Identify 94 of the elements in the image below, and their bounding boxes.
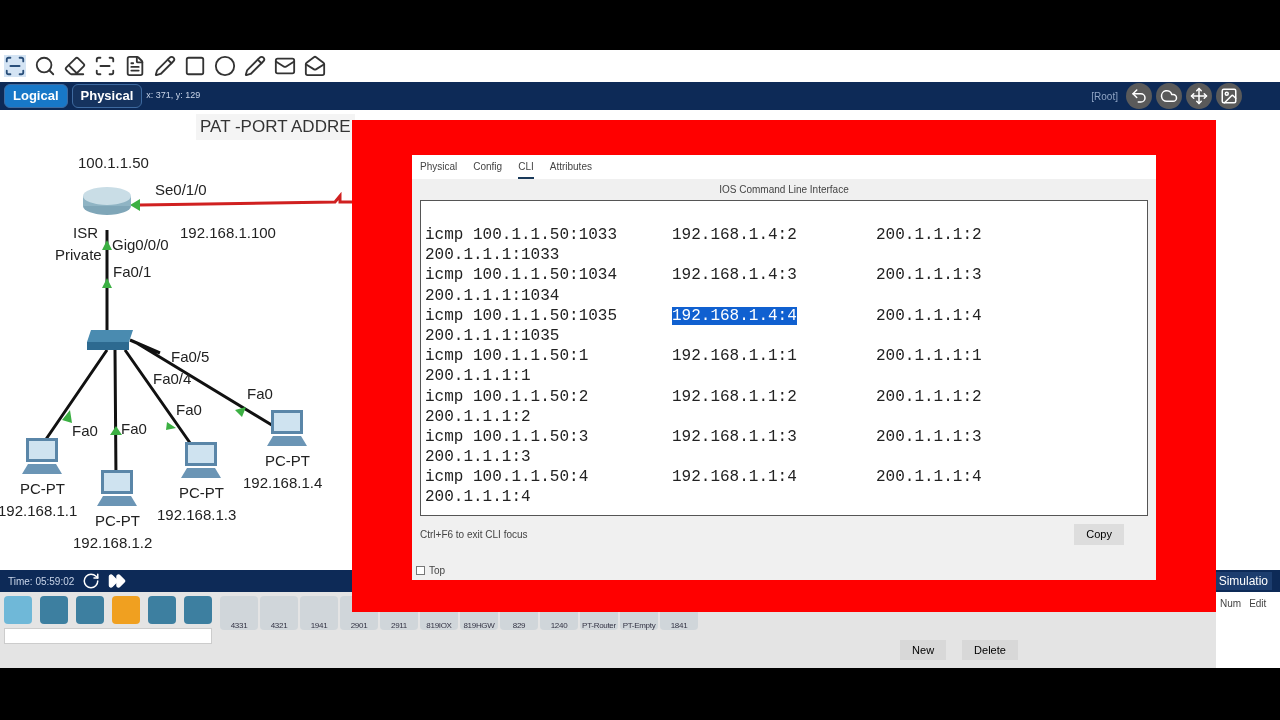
- interface-label: Fa0/1: [113, 262, 152, 282]
- computer-icon[interactable]: [22, 438, 62, 474]
- cli-text: icmp 100.1.1.50:4: [425, 468, 589, 487]
- interface-label: Fa0: [176, 400, 202, 420]
- cli-text: 200.1.1.1:1035: [425, 326, 560, 345]
- search-field[interactable]: [4, 628, 212, 644]
- cli-text: 192.168.1.1:3: [672, 427, 797, 446]
- device-tile[interactable]: 1941: [300, 596, 338, 630]
- device-name: PC-PT: [95, 511, 140, 531]
- cli-text: icmp 100.1.1.50:1035: [425, 306, 618, 325]
- computer-icon[interactable]: [97, 470, 137, 506]
- dialog-tab[interactable]: CLI: [518, 159, 534, 179]
- device-tile[interactable]: 4331: [220, 596, 258, 630]
- interface-label: ISR: [73, 223, 98, 243]
- cli-text: 192.168.1.1:1: [672, 347, 797, 366]
- cli-text: 200.1.1.1:1: [876, 347, 982, 366]
- cli-text: icmp 100.1.1.50:1034: [425, 266, 618, 285]
- simple-pdu-icon[interactable]: [274, 55, 296, 77]
- move-icon[interactable]: [1186, 83, 1212, 109]
- cli-text: 200.1.1.1:1034: [425, 286, 560, 305]
- cli-text: 200.1.1.1:4: [876, 306, 982, 325]
- cli-text: 192.168.1.1:4: [672, 468, 797, 487]
- cli-text: icmp 100.1.1.50:1033: [425, 226, 618, 244]
- dialog-tab[interactable]: Physical: [420, 159, 458, 179]
- device-ip: 192.168.1.1: [0, 501, 78, 521]
- device-name: PC-PT: [20, 479, 65, 499]
- cli-text: 192.168.1.1:2: [672, 387, 797, 406]
- cli-text: 200.1.1.1:2: [876, 387, 982, 406]
- cli-text: 200.1.1.1:2: [876, 226, 982, 244]
- copy-button[interactable]: Copy: [1074, 524, 1124, 545]
- dialog-tab[interactable]: Config: [473, 159, 503, 179]
- root-label: [Root]: [1091, 89, 1118, 104]
- search-icon[interactable]: [34, 55, 56, 77]
- cli-text: 200.1.1.1:3: [876, 266, 982, 285]
- interface-label: Fa0: [121, 419, 147, 439]
- rectangle-icon[interactable]: [184, 55, 206, 77]
- router-icon[interactable]: [81, 186, 133, 216]
- cli-text: 192.168.1.4:3: [672, 266, 797, 285]
- fast-forward-icon[interactable]: [108, 572, 127, 590]
- line-icon[interactable]: [154, 55, 176, 77]
- pdu-button[interactable]: New: [900, 639, 947, 660]
- device-ip: 192.168.1.2: [73, 533, 153, 553]
- cli-text: 200.1.1.1:1033: [425, 246, 560, 265]
- menu-item[interactable]: Edit: [1249, 596, 1267, 668]
- interface-label: Private: [55, 245, 102, 265]
- computer-icon[interactable]: [267, 410, 307, 446]
- cli-text: 200.1.1.1:2: [425, 407, 531, 426]
- cli-text: 200.1.1.1:4: [876, 468, 982, 487]
- interface-label: Fa0/5: [171, 347, 210, 367]
- resize-icon[interactable]: [94, 55, 116, 77]
- cli-text: icmp 100.1.1.50:2: [425, 387, 589, 406]
- ellipse-icon[interactable]: [214, 55, 236, 77]
- cli-text: 200.1.1.1:4: [425, 488, 531, 507]
- interface-label: 100.1.1.50: [78, 153, 149, 173]
- view-tab[interactable]: Physical: [71, 84, 143, 108]
- cli-text: 192.168.1.4:4: [672, 306, 797, 325]
- device-name: PC-PT: [179, 483, 224, 503]
- interface-label: Gig0/0/0: [112, 235, 169, 255]
- cli-heading: IOS Command Line Interface: [718, 183, 850, 197]
- pdu-button[interactable]: Delete: [962, 639, 1018, 660]
- complex-pdu-icon[interactable]: [304, 55, 326, 77]
- simulation-tab[interactable]: Simulatio: [1214, 572, 1272, 590]
- cli-text: icmp 100.1.1.50:3: [425, 427, 589, 446]
- cli-text: icmp 100.1.1.50:1: [425, 347, 589, 366]
- device-tile[interactable]: 4321: [260, 596, 298, 630]
- top-label: Top: [429, 564, 446, 578]
- dialog-tab[interactable]: Attributes: [549, 159, 592, 179]
- cli-text: 200.1.1.1:3: [876, 427, 982, 446]
- device-name: PC-PT: [265, 451, 310, 471]
- interface-label: 192.168.1.100: [180, 223, 276, 243]
- interface-label: Se0/1/0: [155, 180, 207, 200]
- top-checkbox[interactable]: [416, 566, 425, 575]
- freeform-icon[interactable]: [244, 55, 266, 77]
- cursor-position: x: 371, y: 129: [146, 89, 201, 103]
- note-icon[interactable]: [124, 55, 146, 77]
- back-icon[interactable]: [1126, 83, 1152, 109]
- simulation-time: Time: 05:59:02: [8, 574, 75, 589]
- cli-text: 200.1.1.1:1: [425, 367, 531, 386]
- reset-icon[interactable]: [82, 572, 101, 590]
- interface-label: Fa0: [247, 384, 273, 404]
- menu-item[interactable]: Num: [1220, 596, 1242, 668]
- cli-text: 192.168.1.4:2: [672, 226, 797, 244]
- device-ip: 192.168.1.3: [157, 505, 237, 525]
- device-ip: 192.168.1.4: [243, 473, 323, 493]
- interface-label: Fa0: [72, 421, 98, 441]
- canvas-title: PAT -PORT ADDRE: [196, 114, 355, 140]
- view-tab[interactable]: Logical: [4, 84, 68, 108]
- interface-label: Fa0/4: [153, 369, 192, 389]
- computer-icon[interactable]: [181, 442, 221, 478]
- select-icon[interactable]: [4, 55, 26, 77]
- cli-hint: Ctrl+F6 to exit CLI focus: [420, 527, 528, 542]
- image-icon[interactable]: [1216, 83, 1242, 109]
- delete-icon[interactable]: [64, 55, 86, 77]
- cli-text: 200.1.1.1:3: [425, 448, 531, 467]
